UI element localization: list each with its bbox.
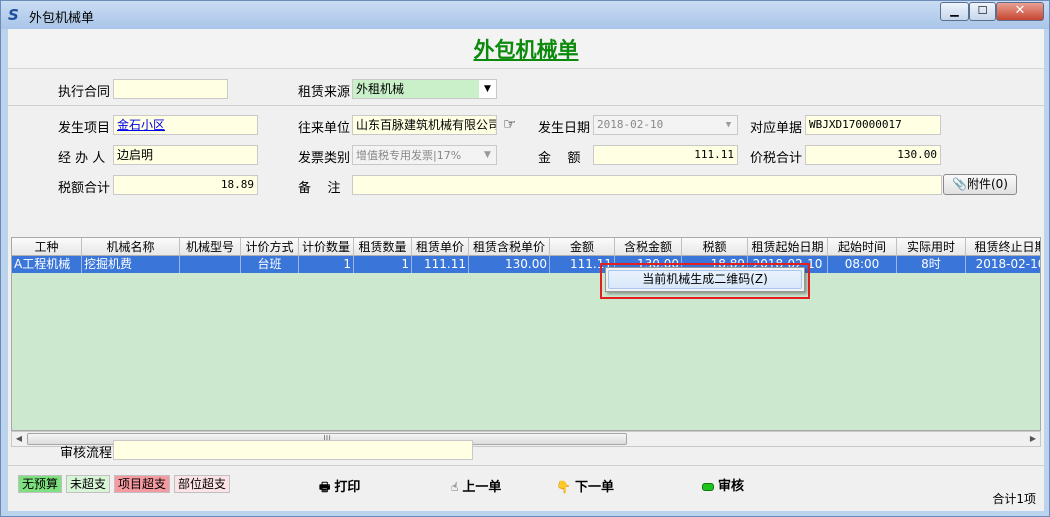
partner-field[interactable]: 山东百脉建筑机械有限公司 xyxy=(352,115,497,135)
total-count: 合计1项 xyxy=(992,492,1036,506)
prev-button[interactable]: ☝ 上一单 xyxy=(451,478,501,496)
ref-label: 对应单据 xyxy=(750,121,803,136)
col-header[interactable]: 含税金额 xyxy=(615,238,682,256)
partner-label: 往来单位 xyxy=(298,121,351,136)
table-cell[interactable] xyxy=(180,256,241,273)
table-cell[interactable]: 2018-02-10 xyxy=(966,256,1040,273)
handler-field[interactable]: 边启明 xyxy=(113,145,258,165)
handler-label: 经 办 人 xyxy=(58,151,106,166)
project-link[interactable]: 金石小区 xyxy=(117,118,165,132)
print-label: 打印 xyxy=(334,480,361,495)
ref-field[interactable]: WBJXD170000017 xyxy=(805,115,941,135)
tax-field[interactable]: 18.89 xyxy=(113,175,258,195)
col-header[interactable]: 租赁起始日期 xyxy=(748,238,828,256)
note-label: 备 注 xyxy=(298,181,341,196)
window-title: 外包机械单 xyxy=(29,11,95,26)
col-header[interactable]: 租赁单价 xyxy=(412,238,469,256)
source-value: 外租机械 xyxy=(356,82,405,96)
table-cell[interactable]: 111.11 xyxy=(412,256,469,273)
next-label: 下一单 xyxy=(574,480,614,495)
col-header[interactable]: 租赁含税单价 xyxy=(469,238,550,256)
paperclip-icon: 📎 xyxy=(952,177,967,191)
amount-field[interactable]: 111.11 xyxy=(593,145,738,165)
audit-field[interactable] xyxy=(113,440,473,460)
col-header[interactable]: 税额 xyxy=(682,238,748,256)
contract-label: 执行合同 xyxy=(58,85,111,100)
col-header[interactable]: 租赁终止日期 xyxy=(966,238,1040,256)
invoice-select[interactable]: 增值税专用发票|17% ▼ xyxy=(352,145,497,165)
legend-no-budget: 无预算 xyxy=(18,475,63,493)
divider xyxy=(8,465,1044,466)
close-button[interactable]: ✕ xyxy=(996,2,1044,21)
date-field[interactable]: 2018-02-10 ▼ xyxy=(593,115,738,135)
col-header[interactable]: 机械型号 xyxy=(180,238,241,256)
table-row[interactable]: A工程机械 挖掘机费 台班 1 1 111.11 130.00 111.11 1… xyxy=(12,256,1040,273)
invoice-value: 增值税专用发票|17% xyxy=(356,149,462,162)
machine-grid[interactable]: 工种 机械名称 机械型号 计价方式 计价数量 租赁数量 租赁单价 租赁含税单价 … xyxy=(11,237,1041,431)
scroll-right-icon[interactable]: ▶ xyxy=(1026,432,1040,446)
audit-label: 审核流程 xyxy=(60,446,113,461)
col-header[interactable]: 实际用时 xyxy=(897,238,966,256)
divider xyxy=(8,105,1044,106)
calendar-dropdown-icon[interactable]: ▼ xyxy=(720,116,737,134)
hand-down-icon: 👇 xyxy=(556,480,571,494)
green-light-icon xyxy=(702,482,714,491)
legend-not-over: 未超支 xyxy=(66,475,111,493)
scroll-left-icon[interactable]: ◀ xyxy=(12,432,26,446)
title-bar[interactable]: S 外包机械单 ▁ ☐ ✕ xyxy=(1,1,1049,29)
main-window: S 外包机械单 ▁ ☐ ✕ 外包机械单 执行合同 租赁来源 外租机械 ▼ 发生项… xyxy=(0,0,1050,517)
table-cell[interactable]: 挖掘机费 xyxy=(82,256,180,273)
col-header[interactable]: 计价数量 xyxy=(299,238,354,256)
table-cell[interactable]: 8时 xyxy=(897,256,966,273)
table-cell[interactable]: 1 xyxy=(299,256,354,273)
table-cell[interactable]: 08:00 xyxy=(828,256,897,273)
project-label: 发生项目 xyxy=(58,121,111,136)
printer-icon: 🖶 xyxy=(319,480,331,494)
amount-label: 金 额 xyxy=(538,151,581,166)
attachment-label: 附件(0) xyxy=(966,177,1008,191)
invoice-label: 发票类别 xyxy=(298,151,351,166)
hand-up-icon: ☝ xyxy=(451,480,459,494)
table-cell[interactable]: 台班 xyxy=(241,256,299,273)
pointing-hand-icon[interactable]: ☞ xyxy=(503,115,516,133)
total-label: 价税合计 xyxy=(750,151,803,166)
app-logo-icon: S xyxy=(8,6,19,24)
chevron-down-icon[interactable]: ▼ xyxy=(479,146,496,164)
legend-part-over: 部位超支 xyxy=(174,475,231,493)
source-select[interactable]: 外租机械 ▼ xyxy=(352,79,497,99)
audit-button-label: 审核 xyxy=(718,479,745,494)
table-cell[interactable]: 130.00 xyxy=(469,256,550,273)
print-button[interactable]: 🖶 打印 xyxy=(319,478,360,496)
maximize-button[interactable]: ☐ xyxy=(969,2,996,21)
note-field[interactable] xyxy=(352,175,942,195)
grid-header: 工种 机械名称 机械型号 计价方式 计价数量 租赁数量 租赁单价 租赁含税单价 … xyxy=(12,238,1040,256)
page-title: 外包机械单 xyxy=(8,29,1044,69)
attachment-button[interactable]: 📎附件(0) xyxy=(943,174,1017,195)
col-header[interactable]: 机械名称 xyxy=(82,238,180,256)
prev-label: 上一单 xyxy=(462,480,502,495)
table-cell[interactable]: 1 xyxy=(354,256,412,273)
col-header[interactable]: 工种 xyxy=(12,238,82,256)
table-cell[interactable]: A工程机械 xyxy=(12,256,82,273)
tax-label: 税额合计 xyxy=(58,181,111,196)
form-panel: 外包机械单 执行合同 租赁来源 外租机械 ▼ 发生项目 金石小区 往来单位 山东… xyxy=(8,29,1044,511)
total-field[interactable]: 130.00 xyxy=(805,145,941,165)
col-header[interactable]: 起始时间 xyxy=(828,238,897,256)
col-header[interactable]: 计价方式 xyxy=(241,238,299,256)
col-header[interactable]: 金额 xyxy=(550,238,615,256)
generate-qrcode-menu-item[interactable]: 当前机械生成二维码(Z) xyxy=(608,270,802,289)
date-label: 发生日期 xyxy=(538,121,591,136)
project-field[interactable]: 金石小区 xyxy=(113,115,258,135)
next-button[interactable]: 👇 下一单 xyxy=(556,478,614,496)
audit-button[interactable]: 审核 xyxy=(702,478,744,496)
contract-field[interactable] xyxy=(113,79,228,99)
source-label: 租赁来源 xyxy=(298,85,351,100)
context-menu: 当前机械生成二维码(Z) xyxy=(605,267,805,292)
legend-project-over: 项目超支 xyxy=(114,475,171,493)
minimize-button[interactable]: ▁ xyxy=(940,2,969,21)
col-header[interactable]: 租赁数量 xyxy=(354,238,412,256)
date-value: 2018-02-10 xyxy=(597,118,664,131)
chevron-down-icon[interactable]: ▼ xyxy=(479,80,496,98)
